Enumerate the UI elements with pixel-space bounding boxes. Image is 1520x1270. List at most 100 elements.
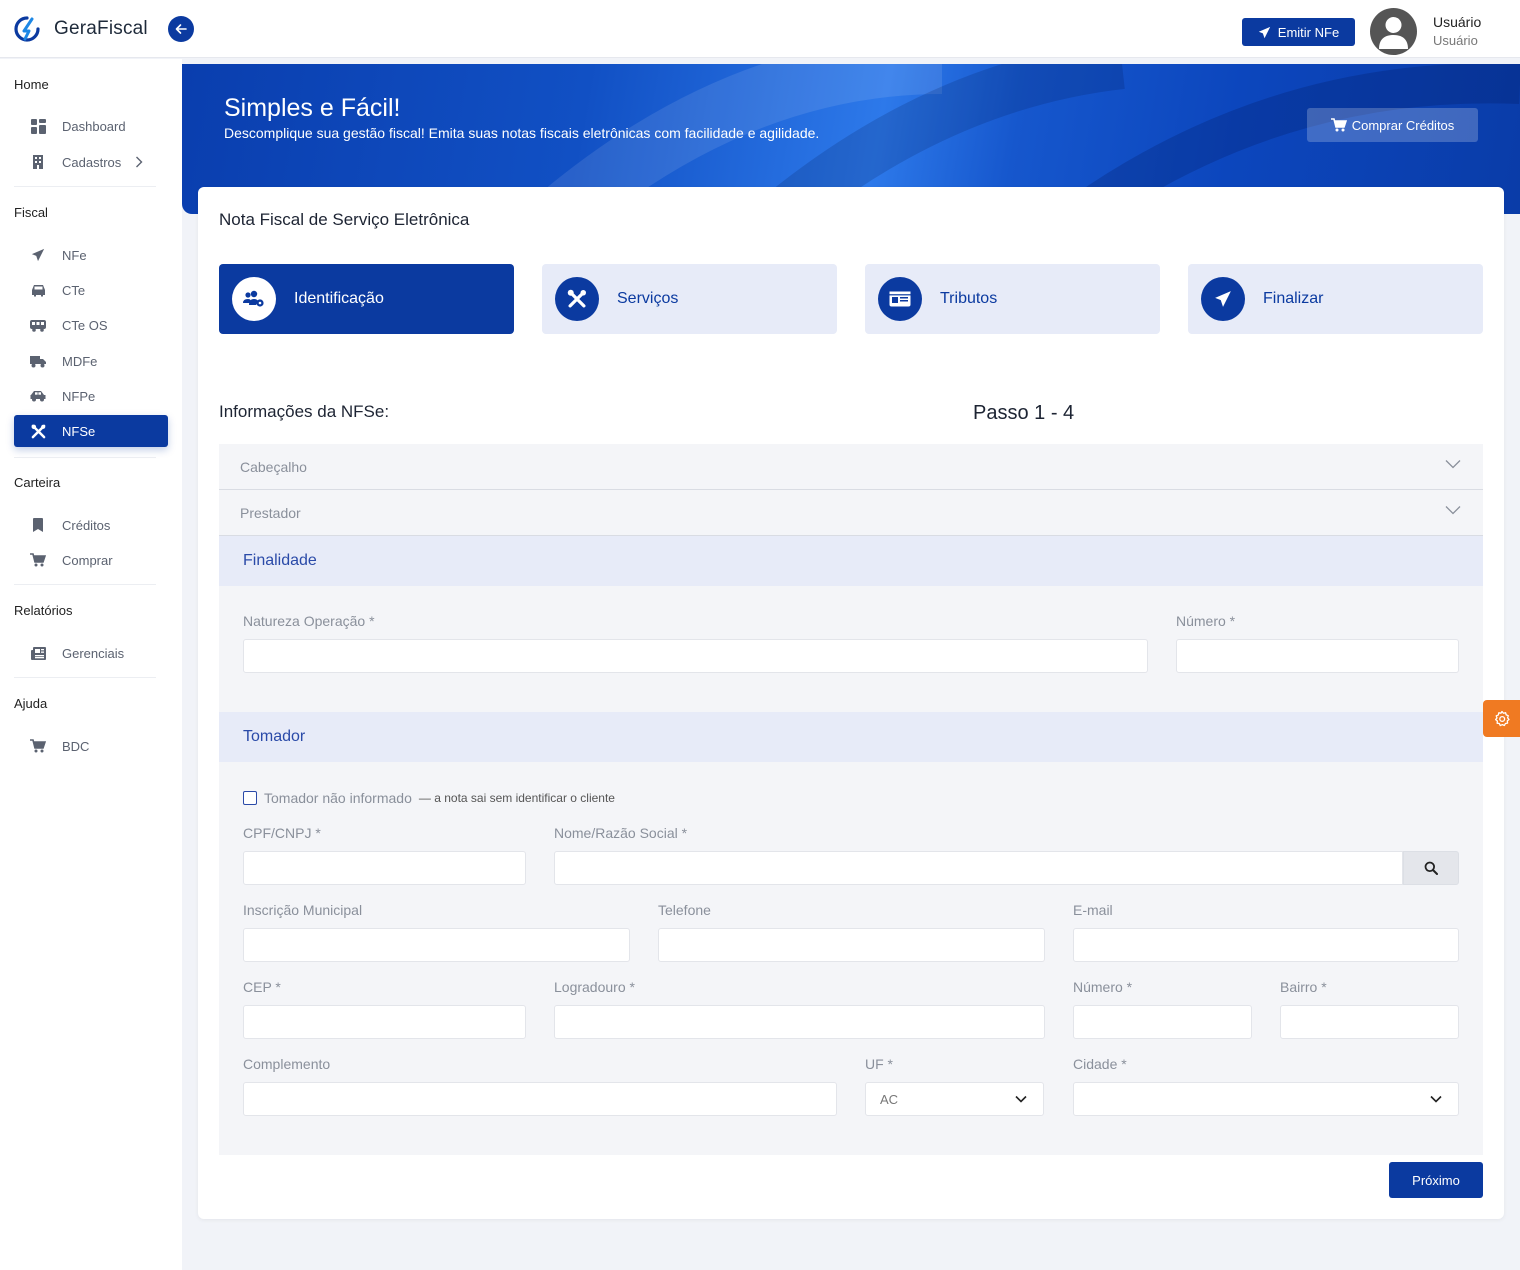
numero-endereco-input[interactable] — [1073, 1005, 1252, 1039]
cidade-select[interactable] — [1073, 1082, 1459, 1116]
avatar[interactable] — [1370, 8, 1417, 55]
accordion-label: Prestador — [240, 504, 301, 521]
sidebar-item-nfse[interactable]: NFSe — [14, 415, 168, 447]
cart-icon — [1330, 118, 1347, 132]
sidebar-item-cte[interactable]: CTe — [14, 274, 168, 306]
step-label: Tributos — [940, 290, 998, 307]
send-icon — [1258, 26, 1270, 38]
inscricao-municipal-input[interactable] — [243, 928, 630, 962]
logradouro-input[interactable] — [554, 1005, 1045, 1039]
accordion-prestador[interactable]: Prestador — [219, 490, 1483, 536]
cart-icon — [30, 552, 46, 568]
numero-label: Número * — [1176, 613, 1236, 629]
step-label: Finalizar — [1263, 290, 1324, 307]
uf-selected-value: AC — [880, 1091, 899, 1107]
complemento-input[interactable] — [243, 1082, 837, 1116]
next-button[interactable]: Próximo — [1389, 1162, 1483, 1198]
sidebar-item-mdfe[interactable]: MDFe — [14, 345, 168, 377]
tomador-nao-informado-checkbox[interactable] — [243, 791, 257, 805]
sidebar-item-dashboard[interactable]: Dashboard — [14, 110, 168, 142]
emit-nfe-button[interactable]: Emitir NFe — [1242, 18, 1355, 46]
chevron-right-icon — [136, 156, 143, 168]
chevron-down-icon — [1445, 506, 1461, 515]
sidebar-section-home: Home — [14, 77, 49, 92]
step-identificacao[interactable]: Identificação — [219, 264, 514, 334]
step-servicos[interactable]: Serviços — [542, 264, 837, 334]
bus-icon — [30, 317, 46, 333]
cep-input[interactable] — [243, 1005, 526, 1039]
users-cog-icon — [243, 290, 264, 307]
sidebar-item-label: BDC — [62, 738, 90, 754]
sidebar-item-cte-os[interactable]: CTe OS — [14, 309, 168, 341]
sidebar-item-comprar[interactable]: Comprar — [14, 544, 168, 576]
sidebar-item-label: Comprar — [62, 552, 113, 568]
natureza-operacao-input[interactable] — [243, 639, 1148, 673]
step-counter: Passo 1 - 4 — [973, 402, 1075, 424]
sidebar-item-bdc[interactable]: BDC — [14, 730, 168, 762]
numero-input[interactable] — [1176, 639, 1459, 673]
step-finalizar[interactable]: Finalizar — [1188, 264, 1483, 334]
nome-razao-label: Nome/Razão Social * — [554, 825, 688, 841]
sidebar-item-label: Créditos — [62, 517, 111, 533]
car-side-icon — [30, 388, 46, 404]
sidebar-item-label: NFSe — [62, 423, 96, 439]
section-tomador: Tomador — [219, 712, 1483, 762]
top-bar: GeraFiscal Emitir NFe Usuário Usuário — [0, 0, 1520, 58]
car-icon — [30, 282, 46, 298]
accordion-label: Cabeçalho — [240, 458, 307, 475]
sidebar-divider — [14, 584, 156, 585]
sidebar-item-label: NFPe — [62, 388, 96, 404]
sidebar-divider — [14, 186, 156, 187]
building-icon — [30, 154, 46, 170]
brand[interactable]: GeraFiscal — [14, 16, 148, 42]
chevron-down-icon — [1445, 460, 1461, 469]
sidebar-item-cadastros[interactable]: Cadastros — [14, 146, 168, 178]
natureza-operacao-label: Natureza Operação * — [243, 613, 375, 629]
step-tributos[interactable]: Tributos — [865, 264, 1160, 334]
dashboard-icon — [30, 118, 46, 134]
tools-icon — [567, 289, 586, 308]
complemento-label: Complemento — [243, 1056, 331, 1072]
bairro-label: Bairro * — [1280, 979, 1327, 995]
page-title: Nota Fiscal de Serviço Eletrônica — [219, 210, 470, 229]
gear-icon — [1494, 710, 1510, 726]
sidebar-section-ajuda: Ajuda — [14, 696, 48, 711]
checkbox-label: Tomador não informado — [264, 790, 412, 806]
tomador-nao-informado-row[interactable]: Tomador não informado — a nota sai sem i… — [243, 790, 615, 806]
sidebar-item-label: Dashboard — [62, 118, 126, 134]
sidebar-item-nfe[interactable]: NFe — [14, 239, 168, 271]
email-label: E-mail — [1073, 902, 1113, 918]
bairro-input[interactable] — [1280, 1005, 1459, 1039]
arrow-left-icon — [175, 24, 187, 34]
emit-nfe-label: Emitir NFe — [1277, 24, 1340, 40]
nome-razao-input[interactable] — [554, 851, 1403, 885]
settings-toggle[interactable] — [1483, 700, 1520, 737]
chevron-down-icon — [1015, 1095, 1027, 1103]
buy-credits-button[interactable]: Comprar Créditos — [1307, 108, 1478, 142]
sidebar-item-creditos[interactable]: Créditos — [14, 509, 168, 541]
sidebar-item-label: Cadastros — [62, 154, 122, 170]
send-icon — [1215, 291, 1231, 307]
cpf-cnpj-input[interactable] — [243, 851, 526, 885]
newspaper-icon — [30, 645, 46, 661]
search-button[interactable] — [1403, 851, 1459, 885]
section-finalidade: Finalidade — [219, 536, 1483, 586]
step-icon-circle — [555, 277, 599, 321]
step-icon-circle — [1201, 277, 1245, 321]
inscricao-municipal-label: Inscrição Municipal — [243, 902, 363, 918]
sidebar-section-relatorios: Relatórios — [14, 603, 73, 618]
accordion-cabecalho[interactable]: Cabeçalho — [219, 444, 1483, 490]
sidebar-item-nfpe[interactable]: NFPe — [14, 380, 168, 412]
collapse-sidebar-button[interactable] — [168, 16, 194, 42]
user-name: Usuário — [1433, 14, 1482, 30]
buy-credits-label: Comprar Créditos — [1351, 117, 1455, 133]
sidebar-divider — [14, 457, 156, 458]
uf-select[interactable]: AC — [865, 1082, 1044, 1116]
id-card-icon — [889, 291, 911, 307]
sidebar-item-gerenciais[interactable]: Gerenciais — [14, 637, 168, 669]
telefone-input[interactable] — [658, 928, 1045, 962]
sidebar-item-label: CTe — [62, 282, 86, 298]
email-input[interactable] — [1073, 928, 1459, 962]
info-title: Informações da NFSe: — [219, 402, 390, 421]
cidade-label: Cidade * — [1073, 1056, 1127, 1072]
